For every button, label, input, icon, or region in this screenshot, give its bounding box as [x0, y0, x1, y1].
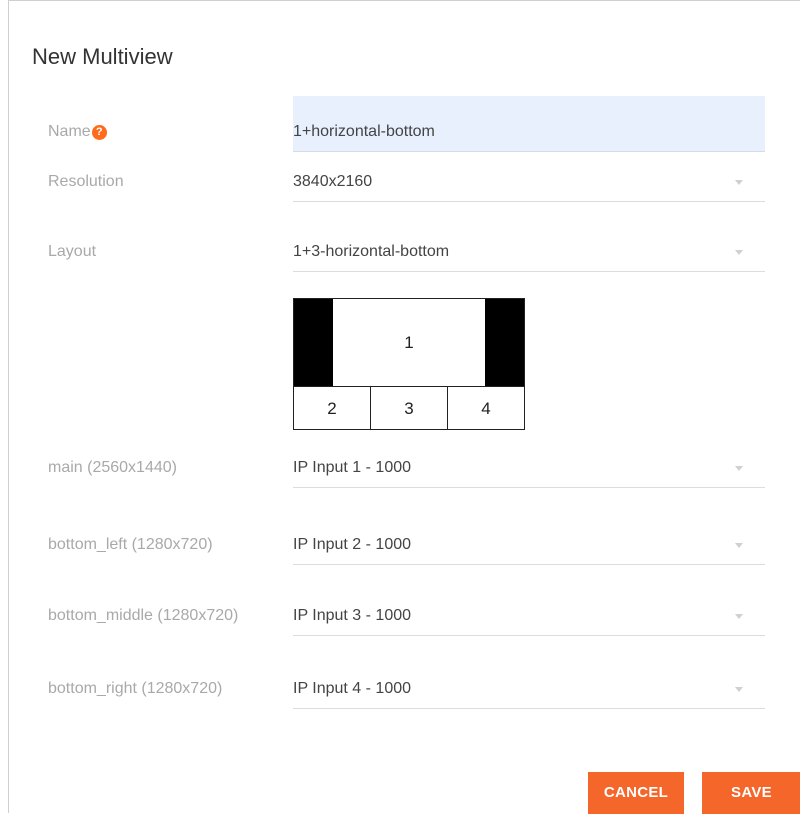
layout-preview-cell-4: 4: [481, 399, 491, 418]
main-row: main (2560x1440) IP Input 1 - 1000: [9, 448, 800, 488]
layout-preview: 1 2 3 4: [293, 298, 525, 430]
help-icon[interactable]: ?: [91, 125, 107, 140]
layout-row: Layout 1+3-horizontal-bottom: [9, 232, 800, 272]
main-source-value: IP Input 1 - 1000: [293, 459, 412, 476]
save-button[interactable]: SAVE: [702, 772, 800, 814]
resolution-label: Resolution: [48, 173, 124, 190]
resolution-value: 3840x2160: [293, 173, 373, 190]
bottom-middle-source-select[interactable]: IP Input 3 - 1000: [293, 596, 765, 636]
chevron-down-icon: [735, 180, 743, 185]
bottom-left-row: bottom_left (1280x720) IP Input 2 - 1000: [9, 525, 800, 565]
layout-preview-cell-2: 2: [294, 387, 371, 430]
name-input-value: 1+horizontal-bottom: [293, 123, 435, 140]
chevron-down-icon: [735, 466, 743, 471]
chevron-down-icon: [735, 250, 743, 255]
layout-preview-main-cell: 1: [404, 333, 414, 352]
layout-label: Layout: [48, 243, 97, 260]
layout-preview-cell-3: 3: [371, 387, 448, 430]
bottom-right-source-value: IP Input 4 - 1000: [293, 680, 412, 697]
chevron-down-icon: [735, 543, 743, 548]
bottom-left-source-value: IP Input 2 - 1000: [293, 536, 412, 553]
resolution-row: Resolution 3840x2160: [9, 162, 800, 202]
name-input[interactable]: 1+horizontal-bottom: [293, 96, 765, 152]
dialog-title: New Multiview: [32, 44, 173, 69]
layout-preview-bottom-row: 2 3 4: [294, 386, 524, 430]
main-label: main (2560x1440): [48, 459, 177, 476]
chevron-down-icon: [735, 687, 743, 692]
new-multiview-dialog: New Multiview Name? 1+horizontal-bottom …: [8, 0, 800, 814]
name-label: Name?: [48, 112, 107, 152]
layout-preview-left-bar: [294, 299, 333, 386]
bottom-middle-row: bottom_middle (1280x720) IP Input 3 - 10…: [9, 596, 800, 636]
bottom-left-label: bottom_left (1280x720): [48, 536, 213, 553]
bottom-left-source-select[interactable]: IP Input 2 - 1000: [293, 525, 765, 565]
layout-select[interactable]: 1+3-horizontal-bottom: [293, 232, 765, 272]
resolution-select[interactable]: 3840x2160: [293, 162, 765, 202]
name-row: Name? 1+horizontal-bottom: [9, 96, 800, 152]
layout-preview-right-bar: [485, 299, 524, 386]
layout-value: 1+3-horizontal-bottom: [293, 243, 450, 260]
bottom-right-row: bottom_right (1280x720) IP Input 4 - 100…: [9, 669, 800, 709]
bottom-middle-source-value: IP Input 3 - 1000: [293, 607, 412, 624]
cancel-button[interactable]: CANCEL: [588, 772, 684, 814]
chevron-down-icon: [735, 614, 743, 619]
bottom-middle-label: bottom_middle (1280x720): [48, 607, 239, 624]
bottom-right-source-select[interactable]: IP Input 4 - 1000: [293, 669, 765, 709]
main-source-select[interactable]: IP Input 1 - 1000: [293, 448, 765, 488]
bottom-right-label: bottom_right (1280x720): [48, 680, 223, 697]
